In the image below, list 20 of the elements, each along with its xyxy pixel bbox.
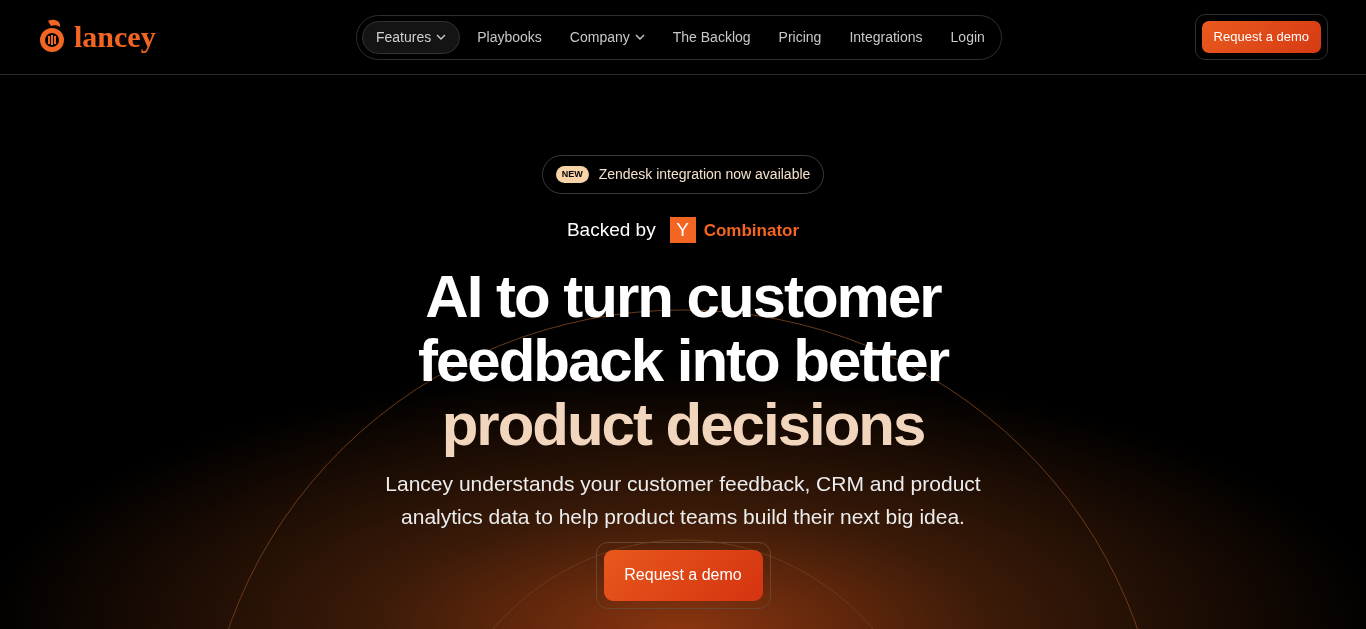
headline: AI to turn customer feedback into better bbox=[416, 264, 950, 393]
nav-link[interactable]: Integrations bbox=[838, 20, 934, 54]
nav-link[interactable]: The Backlog bbox=[661, 20, 762, 54]
announcement-pill[interactable]: NEW Zendesk integration now available bbox=[541, 155, 825, 194]
nav-link[interactable]: Pricing bbox=[767, 20, 833, 54]
subtitle: Lancey understands your customer feedback, CRM and product analytics data to help product teams build their next big idea. bbox=[384, 470, 982, 530]
announcement-text: Zendesk integration now available bbox=[598, 165, 811, 184]
request-demo-button[interactable]: Request a demo bbox=[1201, 21, 1321, 53]
nav-link[interactable]: Playbooks bbox=[466, 20, 553, 54]
combinator-text: Combinator bbox=[703, 219, 800, 242]
headline-accent: product decisions bbox=[441, 392, 925, 457]
backed-by-text: Backed by bbox=[566, 218, 656, 242]
chevron-down-icon bbox=[436, 34, 447, 40]
new-badge: NEW bbox=[555, 165, 589, 184]
request-demo-button[interactable]: Request a demo bbox=[603, 549, 763, 601]
nav-link[interactable]: Login bbox=[939, 20, 996, 54]
logo-text: lancey bbox=[74, 22, 156, 52]
y-logo: Y bbox=[669, 217, 696, 244]
chevron-down-icon bbox=[634, 34, 645, 40]
nav-link[interactable]: Company bbox=[558, 20, 656, 54]
